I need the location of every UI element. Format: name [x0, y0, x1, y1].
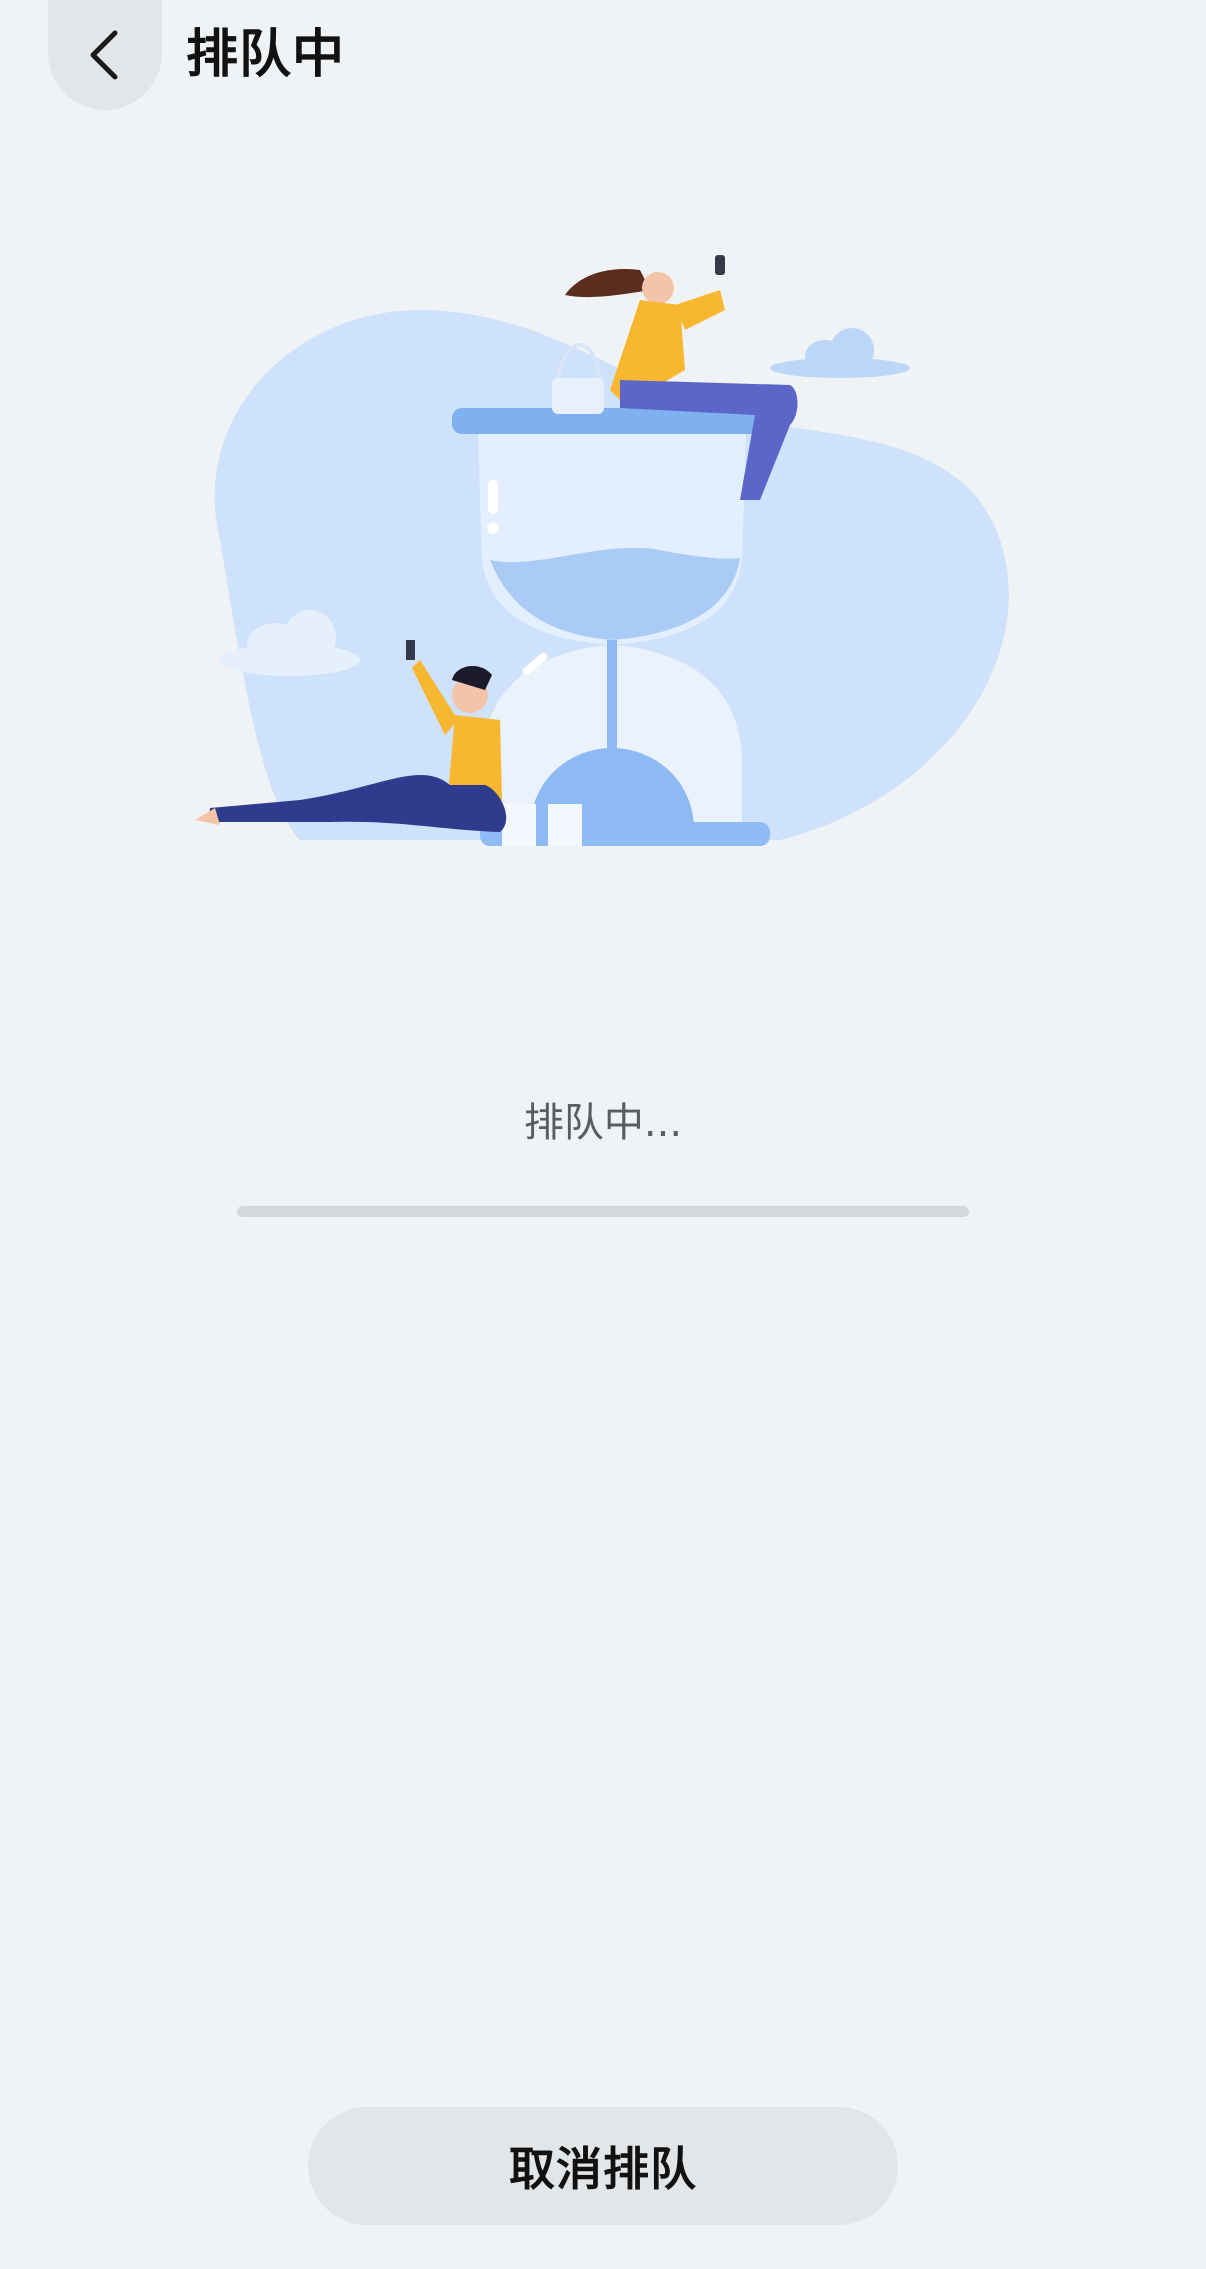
- chevron-left-icon: [90, 30, 118, 80]
- queue-page: 排队中 排队中... 取消排队: [0, 0, 1206, 2269]
- back-button[interactable]: [48, 0, 162, 110]
- cloud-right: [770, 328, 910, 378]
- page-title: 排队中: [186, 25, 346, 85]
- queue-progress-bar: [237, 1206, 969, 1217]
- queue-status-text: 排队中...: [523, 1100, 683, 1146]
- hourglass-waiting-illustration: [195, 255, 1009, 846]
- cancel-queue-button[interactable]: 取消排队: [308, 2107, 898, 2225]
- falling-sand: [607, 640, 617, 760]
